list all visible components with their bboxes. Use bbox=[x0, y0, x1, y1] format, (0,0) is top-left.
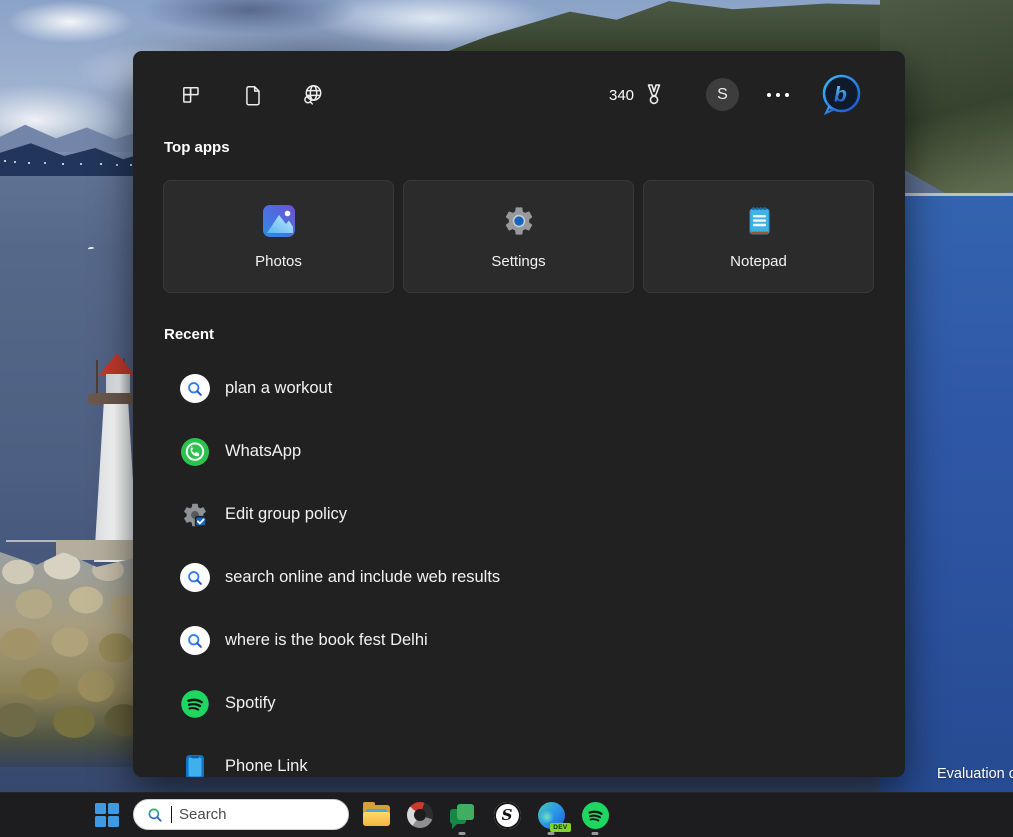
settings-gear-icon bbox=[502, 204, 536, 243]
recent-item-label: Phone Link bbox=[225, 757, 308, 776]
recent-list: plan a workout WhatsApp bbox=[163, 357, 893, 777]
wallpaper-shore-buildings bbox=[4, 160, 6, 162]
lens-ring-icon bbox=[407, 802, 433, 828]
s-app-icon: S bbox=[494, 802, 521, 829]
bing-icon: b bbox=[820, 73, 863, 116]
top-apps-row: Photos Settings bbox=[163, 180, 875, 293]
documents-filter-button[interactable] bbox=[237, 79, 269, 111]
file-explorer-icon bbox=[363, 805, 390, 826]
recent-item[interactable]: where is the book fest Delhi bbox=[163, 609, 893, 672]
rewards-points: 340 bbox=[609, 87, 634, 104]
spotify-icon bbox=[582, 802, 609, 829]
top-app-label: Settings bbox=[404, 253, 633, 270]
ellipsis-icon bbox=[785, 93, 789, 97]
globe-search-icon bbox=[300, 82, 326, 108]
top-apps-heading: Top apps bbox=[164, 139, 230, 156]
recent-item[interactable]: Edit group policy bbox=[163, 483, 893, 546]
running-indicator bbox=[548, 832, 555, 835]
ellipsis-icon bbox=[776, 93, 780, 97]
search-icon bbox=[180, 563, 210, 592]
more-options-button[interactable] bbox=[762, 87, 794, 103]
desktop: Evaluation c bbox=[0, 0, 1013, 837]
document-icon bbox=[241, 83, 265, 107]
taskbar-search-box[interactable] bbox=[133, 799, 349, 830]
taskbar-lens-app[interactable] bbox=[405, 800, 435, 830]
recent-heading: Recent bbox=[164, 326, 214, 343]
top-app-photos[interactable]: Photos bbox=[163, 180, 394, 293]
recent-item[interactable]: search online and include web results bbox=[163, 546, 893, 609]
evaluation-watermark: Evaluation c bbox=[937, 766, 1013, 782]
account-initial: S bbox=[717, 86, 728, 104]
phone-link-icon bbox=[180, 752, 210, 778]
group-policy-gear-icon bbox=[180, 500, 210, 530]
notepad-icon bbox=[742, 204, 776, 243]
text-caret bbox=[171, 806, 172, 823]
lighthouse-roof bbox=[99, 353, 135, 375]
apps-grid-icon bbox=[179, 83, 203, 107]
top-app-label: Notepad bbox=[644, 253, 873, 270]
dev-badge: DEV bbox=[550, 823, 570, 832]
bing-chat-button[interactable]: b bbox=[820, 73, 863, 116]
lighthouse-mast bbox=[96, 360, 98, 394]
recent-item-label: where is the book fest Delhi bbox=[225, 631, 428, 650]
spotify-icon bbox=[180, 689, 210, 719]
recent-item-label: Spotify bbox=[225, 694, 275, 713]
recent-item[interactable]: Spotify bbox=[163, 672, 893, 735]
start-button[interactable] bbox=[95, 803, 120, 828]
running-indicator bbox=[459, 832, 466, 835]
search-flyout-panel: 340 S bbox=[133, 51, 905, 777]
recent-item-label: Edit group policy bbox=[225, 505, 347, 524]
whatsapp-icon bbox=[180, 437, 210, 467]
search-icon bbox=[180, 626, 210, 655]
recent-item-label: search online and include web results bbox=[225, 568, 500, 587]
recent-item-label: plan a workout bbox=[225, 379, 332, 398]
taskbar-chat-app[interactable] bbox=[447, 800, 477, 830]
windows-start-icon bbox=[95, 803, 106, 814]
taskbar-spotify[interactable] bbox=[580, 800, 610, 830]
recent-item[interactable]: WhatsApp bbox=[163, 420, 893, 483]
rewards-medal-icon bbox=[642, 82, 666, 108]
search-input[interactable] bbox=[179, 806, 329, 823]
rewards-button[interactable]: 340 bbox=[609, 77, 666, 113]
apps-filter-button[interactable] bbox=[175, 79, 207, 111]
recent-item[interactable]: plan a workout bbox=[163, 357, 893, 420]
web-filter-button[interactable] bbox=[297, 79, 329, 111]
taskbar-edge-dev[interactable]: DEV bbox=[536, 800, 566, 830]
taskbar-s-app[interactable]: S bbox=[492, 800, 522, 830]
edge-dev-icon: DEV bbox=[538, 802, 565, 829]
svg-text:b: b bbox=[834, 84, 847, 107]
wallpaper-bird bbox=[88, 247, 94, 251]
top-app-settings[interactable]: Settings bbox=[403, 180, 634, 293]
lighthouse-lantern bbox=[106, 374, 130, 394]
recent-item-label: WhatsApp bbox=[225, 442, 301, 461]
recent-item[interactable]: Phone Link bbox=[163, 735, 893, 777]
top-app-label: Photos bbox=[164, 253, 393, 270]
ellipsis-icon bbox=[767, 93, 771, 97]
taskbar-file-explorer[interactable] bbox=[361, 800, 391, 830]
account-avatar[interactable]: S bbox=[706, 78, 739, 111]
taskbar: S DEV bbox=[0, 792, 1013, 837]
chat-app-icon bbox=[449, 802, 475, 828]
search-icon bbox=[146, 806, 164, 824]
photos-icon bbox=[262, 204, 296, 243]
running-indicator bbox=[592, 832, 599, 835]
top-app-notepad[interactable]: Notepad bbox=[643, 180, 874, 293]
shore-rocks bbox=[0, 552, 142, 767]
lighthouse-deck bbox=[88, 393, 138, 405]
search-icon bbox=[180, 374, 210, 403]
lighthouse-tower bbox=[94, 404, 138, 562]
